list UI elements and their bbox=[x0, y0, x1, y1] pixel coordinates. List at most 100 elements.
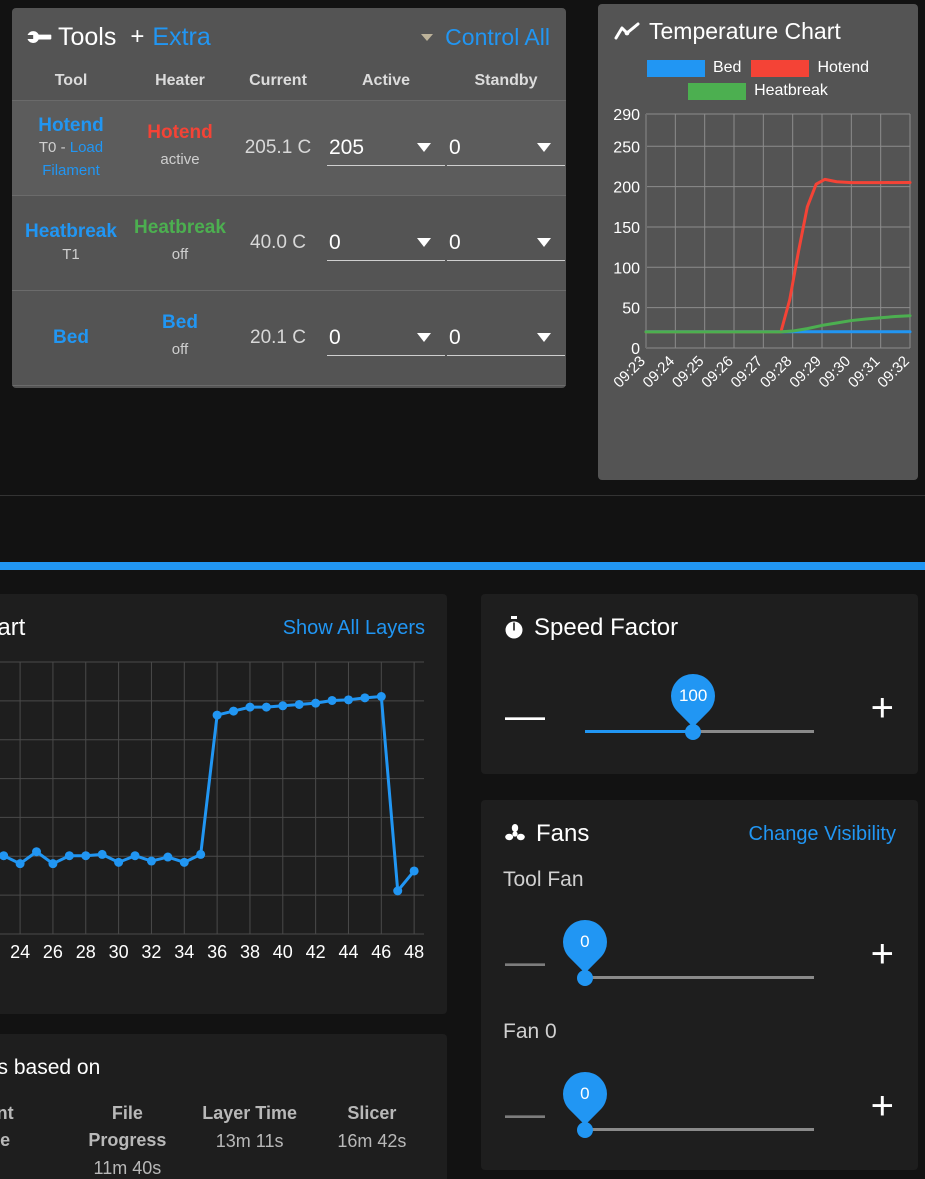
chevron-down-icon[interactable] bbox=[417, 238, 431, 247]
svg-text:290: 290 bbox=[613, 107, 640, 124]
extra-link[interactable]: Extra bbox=[152, 23, 210, 52]
legend-swatch-hotend bbox=[751, 59, 810, 77]
chevron-down-icon[interactable] bbox=[417, 333, 431, 342]
active-temperature-select[interactable]: 205 bbox=[327, 130, 445, 166]
stat-value: 11m 40s bbox=[93, 1158, 162, 1178]
active-cell: 0 bbox=[326, 196, 446, 291]
svg-text:30: 30 bbox=[109, 942, 129, 962]
standby-temperature-select[interactable]: 0 bbox=[447, 320, 565, 356]
temperature-chart-plot[interactable]: 0 50 100 150 200 250 290 09:23 09:24 09:25 09:26 09… bbox=[598, 106, 918, 436]
svg-text:38: 38 bbox=[240, 942, 260, 962]
layer-chart-title: r Chart bbox=[0, 614, 26, 641]
stat-column-layer-time: Layer Time 13m 11s bbox=[189, 1100, 311, 1179]
chevron-down-icon[interactable] bbox=[537, 143, 551, 152]
stat-column-current: nt e bbox=[0, 1100, 66, 1179]
stat-column-slicer: Slicer 16m 42s bbox=[311, 1100, 433, 1179]
tool-name-link[interactable]: Hotend bbox=[12, 114, 130, 138]
tools-table-header-row: Tool Heater Current Active Standby bbox=[12, 66, 566, 101]
speed-factor-title: Speed Factor bbox=[534, 614, 679, 641]
active-temperature-select[interactable]: 0 bbox=[327, 225, 445, 261]
app-root: Tools + Extra Control All Tool Heater Cu… bbox=[0, 0, 925, 1179]
speed-factor-slider-row: — + 100 bbox=[481, 646, 918, 756]
speed-factor-value: 100 bbox=[678, 686, 707, 705]
heater-name[interactable]: Hotend bbox=[130, 121, 230, 146]
svg-text:150: 150 bbox=[613, 220, 640, 237]
svg-text:26: 26 bbox=[43, 942, 63, 962]
tool-cell: Bed bbox=[12, 291, 130, 386]
tool-name-link[interactable]: Bed bbox=[12, 326, 130, 350]
fan0-increase-button[interactable]: + bbox=[871, 1086, 894, 1126]
print-progress-bar bbox=[0, 562, 925, 570]
svg-text:09:25: 09:25 bbox=[669, 353, 708, 392]
current-temperature: 205.1 C bbox=[244, 137, 312, 158]
legend-item-heatbreak[interactable]: Heatbreak bbox=[688, 82, 828, 100]
standby-temperature-value: 0 bbox=[449, 325, 461, 349]
table-row[interactable]: Hotend T0 - Load Filament Hotend active … bbox=[12, 100, 566, 196]
standby-temperature-value: 0 bbox=[449, 230, 461, 254]
speed-factor-slider-fill bbox=[585, 730, 693, 733]
layer-chart-plot[interactable]: 202224262830323436384042444648 bbox=[0, 656, 447, 986]
tools-title: Tools bbox=[58, 22, 117, 51]
fan0-slider-row: — + 0 bbox=[481, 1044, 918, 1152]
chevron-down-icon[interactable] bbox=[417, 143, 431, 152]
chevron-down-icon[interactable] bbox=[421, 33, 434, 41]
heater-cell: Bed off bbox=[130, 291, 230, 386]
svg-text:46: 46 bbox=[371, 942, 391, 962]
fans-panel: Fans Change Visibility Tool Fan — + 0 Fa… bbox=[481, 800, 918, 1170]
speed-factor-increase-button[interactable]: + bbox=[871, 688, 894, 728]
svg-text:44: 44 bbox=[338, 942, 358, 962]
fans-title: Fans bbox=[536, 820, 590, 847]
add-tool-plus[interactable]: + bbox=[130, 23, 144, 51]
temperature-chart-panel: Temperature Chart Bed Hotend Heatbreak 0… bbox=[598, 4, 918, 480]
active-temperature-select[interactable]: 0 bbox=[327, 320, 445, 356]
chevron-down-icon[interactable] bbox=[537, 238, 551, 247]
control-all-link[interactable]: Control All bbox=[445, 24, 550, 51]
legend-label-heatbreak: Heatbreak bbox=[754, 82, 828, 99]
svg-text:09:31: 09:31 bbox=[845, 353, 884, 392]
standby-cell: 0 bbox=[446, 101, 566, 196]
svg-text:09:26: 09:26 bbox=[698, 353, 737, 392]
speed-factor-slider[interactable]: 100 bbox=[585, 664, 814, 740]
svg-text:09:23: 09:23 bbox=[610, 353, 649, 392]
fan-icon bbox=[503, 823, 527, 845]
svg-text:40: 40 bbox=[273, 942, 293, 962]
column-header-active: Active bbox=[326, 66, 446, 101]
temperature-chart-legend-row2: Heatbreak bbox=[598, 82, 918, 100]
tool-cell: Heatbreak T1 bbox=[12, 196, 130, 291]
tool-fan-decrease-button[interactable]: — bbox=[505, 942, 545, 982]
fan0-decrease-button[interactable]: — bbox=[505, 1094, 545, 1134]
tools-panel-header: Tools + Extra Control All bbox=[12, 8, 566, 66]
svg-text:250: 250 bbox=[613, 139, 640, 156]
heater-name[interactable]: Bed bbox=[130, 311, 230, 336]
tools-header-right: Control All bbox=[421, 24, 550, 51]
standby-temperature-select[interactable]: 0 bbox=[447, 225, 565, 261]
tool-fan-value-bubble: 0 bbox=[553, 910, 617, 974]
tool-name-link[interactable]: Heatbreak bbox=[12, 220, 130, 244]
change-visibility-link[interactable]: Change Visibility bbox=[749, 823, 897, 846]
heater-state: active bbox=[160, 151, 200, 169]
standby-temperature-select[interactable]: 0 bbox=[447, 130, 565, 166]
svg-text:28: 28 bbox=[76, 942, 96, 962]
heater-name[interactable]: Heatbreak bbox=[130, 216, 230, 241]
legend-item-hotend[interactable]: Hotend bbox=[751, 59, 869, 77]
speed-factor-decrease-button[interactable]: — bbox=[505, 696, 545, 736]
table-row[interactable]: Heatbreak T1 Heatbreak off 40.0 C 0 0 bbox=[12, 196, 566, 291]
tools-panel: Tools + Extra Control All Tool Heater Cu… bbox=[12, 8, 566, 388]
fans-header: Fans Change Visibility bbox=[481, 800, 918, 848]
column-header-standby: Standby bbox=[446, 66, 566, 101]
table-row[interactable]: Bed Bed off 20.1 C 0 0 bbox=[12, 291, 566, 386]
tool-fan-increase-button[interactable]: + bbox=[871, 934, 894, 974]
tool-fan-slider[interactable]: 0 bbox=[553, 910, 814, 986]
svg-text:09:28: 09:28 bbox=[757, 353, 796, 392]
legend-swatch-heatbreak bbox=[688, 82, 747, 100]
svg-text:36: 36 bbox=[207, 942, 227, 962]
svg-text:09:27: 09:27 bbox=[728, 353, 767, 392]
chevron-down-icon[interactable] bbox=[537, 333, 551, 342]
tool-fan-slider-row: — + 0 bbox=[481, 892, 918, 1000]
tool-fan-value: 0 bbox=[580, 932, 590, 951]
standby-temperature-value: 0 bbox=[449, 135, 461, 159]
legend-item-bed[interactable]: Bed bbox=[646, 59, 741, 77]
svg-text:48: 48 bbox=[404, 942, 424, 962]
fan0-slider[interactable]: 0 bbox=[553, 1062, 814, 1138]
show-all-layers-link[interactable]: Show All Layers bbox=[283, 617, 425, 640]
